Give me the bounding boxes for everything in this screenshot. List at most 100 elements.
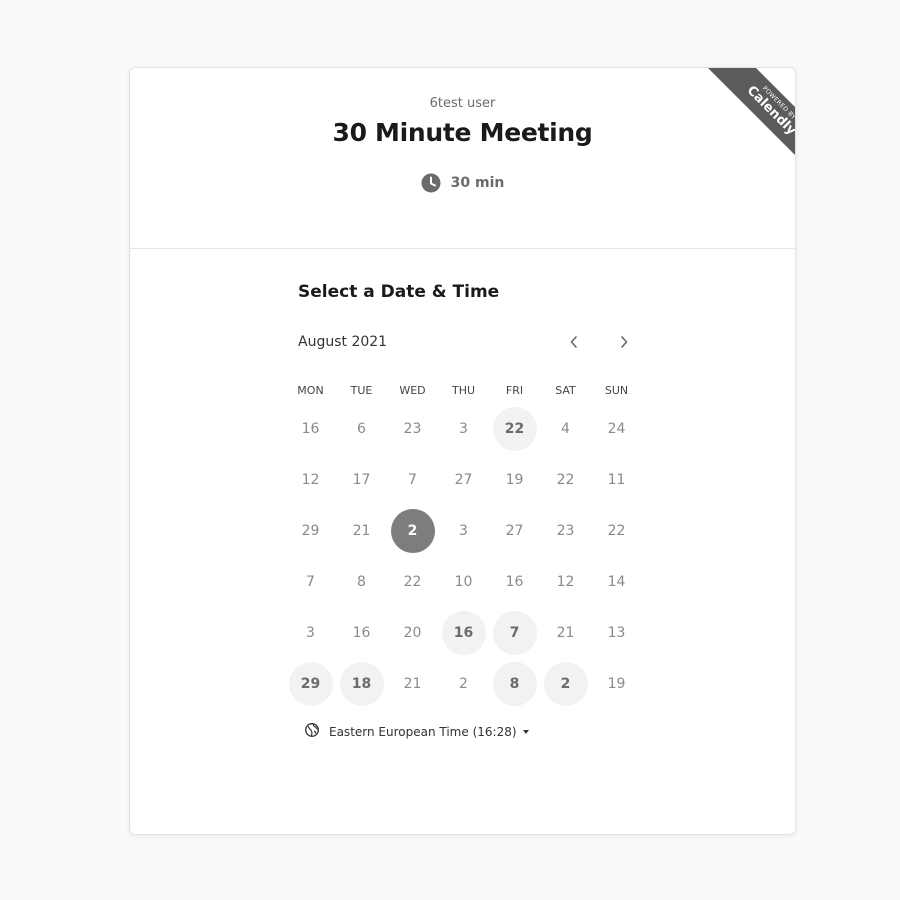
day-cell: 13 xyxy=(591,607,642,658)
selected-date-button[interactable]: 2 xyxy=(390,508,435,553)
day-cell: 2 xyxy=(540,658,591,709)
day-cell: 12 xyxy=(285,454,336,505)
next-month-button[interactable] xyxy=(610,329,638,357)
weekday-label: SUN xyxy=(604,384,629,397)
day-cell: 23 xyxy=(387,403,438,454)
day-cell: 3 xyxy=(438,403,489,454)
unavailable-date: 6 xyxy=(357,420,366,437)
weekday-label: MON xyxy=(297,384,324,397)
weekday-label: WED xyxy=(399,384,426,397)
day-cell: 22 xyxy=(387,556,438,607)
unavailable-date: 19 xyxy=(505,471,524,488)
day-cell: 8 xyxy=(489,658,540,709)
unavailable-date: 3 xyxy=(306,624,315,641)
event-header: 6test user 30 Minute Meeting 30 min POWE… xyxy=(130,68,795,249)
powered-by-badge[interactable]: POWERED BY Calendly xyxy=(691,68,796,172)
day-cell: 21 xyxy=(540,607,591,658)
unavailable-date: 21 xyxy=(403,675,422,692)
weekday-label: FRI xyxy=(505,384,524,397)
chevron-right-icon xyxy=(619,334,629,353)
booking-card: 6test user 30 Minute Meeting 30 min POWE… xyxy=(129,67,796,835)
unavailable-date: 22 xyxy=(403,573,422,590)
unavailable-date: 19 xyxy=(607,675,626,692)
day-cell: 16 xyxy=(285,403,336,454)
weekday-label: SAT xyxy=(555,384,576,397)
unavailable-date: 16 xyxy=(352,624,371,641)
day-cell: 4 xyxy=(540,403,591,454)
unavailable-date: 29 xyxy=(301,522,320,539)
unavailable-date: 14 xyxy=(607,573,626,590)
day-cell: 24 xyxy=(591,403,642,454)
day-cell: 16 xyxy=(489,556,540,607)
day-cell: 23 xyxy=(540,505,591,556)
unavailable-date: 13 xyxy=(607,624,626,641)
day-cell: 29 xyxy=(285,658,336,709)
unavailable-date: 3 xyxy=(459,420,468,437)
day-cell: 27 xyxy=(438,454,489,505)
day-cell: 2 xyxy=(387,505,438,556)
available-date-button[interactable]: 7 xyxy=(492,610,537,655)
previous-month-button[interactable] xyxy=(560,329,588,357)
unavailable-date: 16 xyxy=(505,573,524,590)
unavailable-date: 21 xyxy=(352,522,371,539)
day-cell: 16 xyxy=(336,607,387,658)
day-cell: 18 xyxy=(336,658,387,709)
timezone-selector[interactable]: Eastern European Time (16:28) xyxy=(305,723,529,740)
calendar-grid: 16 6 23 3 22 4 24 12 17 7 27 19 22 11 29 21 2 3 27 23 22 7 8 22… xyxy=(285,403,645,709)
available-date-button[interactable]: 2 xyxy=(543,661,588,706)
day-cell: 22 xyxy=(591,505,642,556)
brand-label: Calendly xyxy=(743,83,796,139)
event-duration: 30 min xyxy=(130,173,795,193)
unavailable-date: 3 xyxy=(459,522,468,539)
unavailable-date: 23 xyxy=(556,522,575,539)
available-date-button[interactable]: 16 xyxy=(441,610,486,655)
month-label: August 2021 xyxy=(298,334,388,350)
unavailable-date: 12 xyxy=(301,471,320,488)
caret-down-icon xyxy=(522,729,529,734)
day-cell: 7 xyxy=(285,556,336,607)
unavailable-date: 12 xyxy=(556,573,575,590)
day-cell: 19 xyxy=(591,658,642,709)
day-cell: 10 xyxy=(438,556,489,607)
timezone-label: Eastern European Time (16:28) xyxy=(329,724,517,739)
day-cell: 2 xyxy=(438,658,489,709)
day-cell: 27 xyxy=(489,505,540,556)
unavailable-date: 10 xyxy=(454,573,473,590)
unavailable-date: 17 xyxy=(352,471,371,488)
day-cell: 11 xyxy=(591,454,642,505)
calendly-ribbon[interactable]: POWERED BY Calendly xyxy=(704,68,796,172)
day-cell: 29 xyxy=(285,505,336,556)
clock-icon xyxy=(421,173,441,193)
unavailable-date: 7 xyxy=(306,573,315,590)
day-cell: 21 xyxy=(336,505,387,556)
available-date-button[interactable]: 18 xyxy=(339,661,384,706)
duration-label: 30 min xyxy=(450,175,505,191)
day-cell: 17 xyxy=(336,454,387,505)
day-cell: 3 xyxy=(438,505,489,556)
section-title: Select a Date & Time xyxy=(298,282,500,302)
day-cell: 22 xyxy=(540,454,591,505)
unavailable-date: 27 xyxy=(454,471,473,488)
unavailable-date: 22 xyxy=(556,471,575,488)
day-cell: 12 xyxy=(540,556,591,607)
unavailable-date: 22 xyxy=(607,522,626,539)
day-cell: 16 xyxy=(438,607,489,658)
available-date-button[interactable]: 29 xyxy=(288,661,333,706)
available-date-button[interactable]: 22 xyxy=(492,406,537,451)
day-cell: 8 xyxy=(336,556,387,607)
day-cell: 14 xyxy=(591,556,642,607)
unavailable-date: 16 xyxy=(301,420,320,437)
day-cell: 7 xyxy=(489,607,540,658)
unavailable-date: 4 xyxy=(561,420,570,437)
weekday-label: THU xyxy=(451,384,476,397)
unavailable-date: 7 xyxy=(408,471,417,488)
unavailable-date: 27 xyxy=(505,522,524,539)
scheduler-panel: Select a Date & Time August 2021 MON TUE W… xyxy=(130,249,795,834)
unavailable-date: 23 xyxy=(403,420,422,437)
unavailable-date: 21 xyxy=(556,624,575,641)
day-cell: 7 xyxy=(387,454,438,505)
weekday-label: TUE xyxy=(350,384,373,397)
globe-icon xyxy=(305,723,319,740)
available-date-button[interactable]: 8 xyxy=(492,661,537,706)
chevron-left-icon xyxy=(569,334,579,353)
